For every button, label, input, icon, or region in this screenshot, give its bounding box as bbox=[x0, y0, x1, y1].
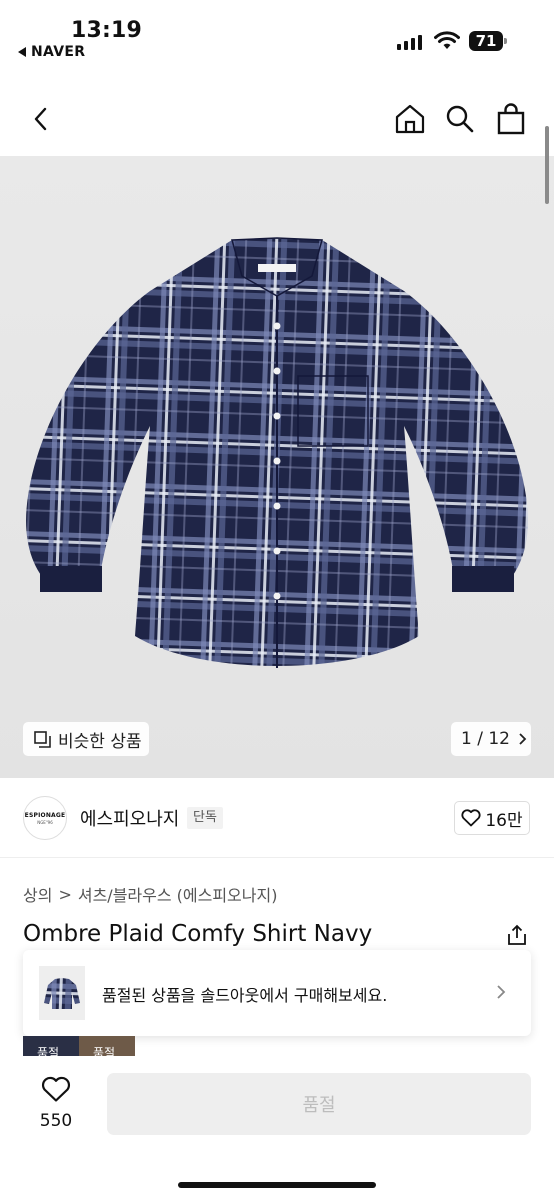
bottom-bar: 550 품절 bbox=[0, 1056, 554, 1200]
brand-row: ESPIONAGE NGE"96 에스피오나지 단독 16만 bbox=[0, 778, 554, 858]
breadcrumb: 상의 > 셔츠/블라우스 (에스피오나지) bbox=[23, 882, 277, 906]
related-thumbnail[interactable]: 품절 bbox=[79, 1036, 135, 1056]
heart-icon bbox=[41, 1076, 71, 1102]
shopping-bag-icon[interactable] bbox=[494, 102, 528, 136]
back-to-app-link[interactable]: NAVER bbox=[18, 44, 85, 60]
similar-products-button[interactable]: 비슷한 상품 bbox=[23, 722, 149, 756]
product-image[interactable] bbox=[0, 156, 554, 778]
breadcrumb-level2[interactable]: 셔츠/블라우스 (에스피오나지) bbox=[78, 882, 278, 906]
chevron-right-icon bbox=[497, 985, 506, 999]
copy-icon bbox=[34, 730, 51, 748]
soldout-banner[interactable]: 품절된 상품을 솔드아웃에서 구매해보세요. bbox=[23, 950, 531, 1036]
status-time: 13:19 bbox=[71, 18, 143, 43]
product-title: Ombre Plaid Comfy Shirt Navy bbox=[23, 921, 373, 947]
brand-like-count: 16만 bbox=[485, 810, 523, 831]
back-triangle-icon bbox=[18, 47, 26, 57]
thumbnail-soldout-label: 품절 bbox=[37, 1046, 60, 1056]
back-icon[interactable] bbox=[24, 102, 58, 136]
wifi-icon bbox=[434, 31, 460, 49]
battery-level: 71 bbox=[469, 31, 503, 51]
home-icon[interactable] bbox=[393, 102, 427, 136]
similar-products-label: 비슷한 상품 bbox=[58, 731, 142, 752]
status-bar: 13:19 NAVER 71 bbox=[0, 0, 554, 74]
heart-icon bbox=[461, 809, 481, 827]
page-indicator-text: 1 / 12 bbox=[461, 729, 510, 749]
brand-name[interactable]: 에스피오나지 bbox=[80, 805, 179, 831]
battery-icon: 71 bbox=[469, 31, 507, 51]
search-icon[interactable] bbox=[443, 102, 477, 136]
brand-logo-subtext: NGE"96 bbox=[37, 819, 53, 825]
brand-logo[interactable]: ESPIONAGE NGE"96 bbox=[23, 796, 67, 840]
wish-count: 550 bbox=[39, 1111, 73, 1131]
related-thumbnails: 품절 품절 bbox=[23, 1036, 135, 1056]
scroll-indicator bbox=[545, 126, 549, 204]
image-page-indicator[interactable]: 1 / 12 bbox=[451, 722, 531, 756]
soldout-banner-text: 품절된 상품을 솔드아웃에서 구매해보세요. bbox=[102, 986, 388, 1005]
soldout-buy-button[interactable]: 품절 bbox=[107, 1073, 531, 1135]
chevron-right-icon bbox=[519, 733, 527, 745]
related-thumbnail[interactable]: 품절 bbox=[23, 1036, 79, 1056]
thumbnail-soldout-label: 품절 bbox=[93, 1046, 116, 1056]
wish-button[interactable]: 550 bbox=[38, 1076, 74, 1131]
brand-logo-text: ESPIONAGE bbox=[24, 811, 66, 819]
top-nav bbox=[0, 90, 554, 150]
cellular-signal-icon bbox=[397, 34, 422, 50]
share-icon[interactable] bbox=[505, 923, 529, 947]
banner-thumbnail bbox=[39, 966, 85, 1020]
home-indicator bbox=[178, 1182, 376, 1188]
breadcrumb-level1[interactable]: 상의 bbox=[23, 882, 52, 906]
exclusive-badge: 단독 bbox=[187, 807, 223, 829]
back-app-label: NAVER bbox=[31, 44, 86, 60]
plaid-shirt-image bbox=[26, 237, 528, 668]
breadcrumb-separator: > bbox=[58, 884, 72, 904]
brand-like-button[interactable]: 16만 bbox=[454, 801, 530, 835]
